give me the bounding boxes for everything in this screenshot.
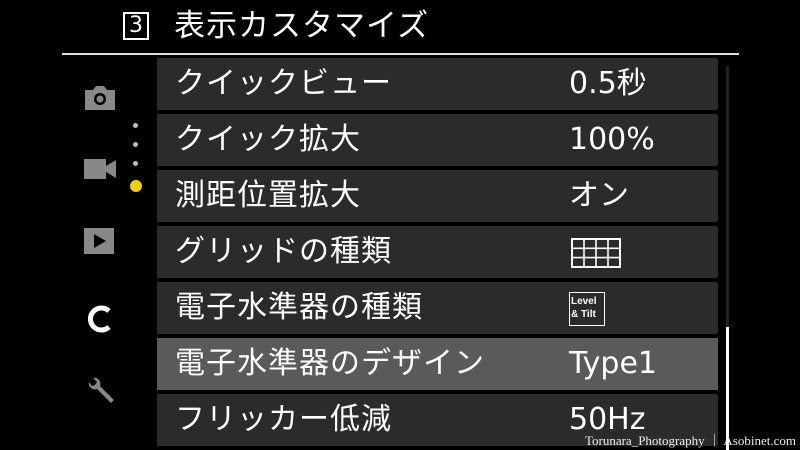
level-icon-text: Level [571, 296, 597, 307]
camera-icon[interactable] [82, 79, 118, 115]
menu-item-level-type[interactable]: 電子水準器の種類 Level & Tilt [157, 282, 718, 334]
menu-item-value: 100% [569, 122, 655, 157]
video-camera-icon[interactable] [82, 151, 118, 187]
watermark: Torunara_Photography ｜ Asobinet.com [584, 433, 796, 448]
menu-item-label: グリッドの種類 [175, 234, 392, 269]
page-dot [133, 161, 138, 166]
grid-icon [571, 238, 621, 268]
menu-item-label: 電子水準器の種類 [175, 290, 423, 325]
page-number-box: 3 [123, 12, 149, 40]
menu-item-value: 0.5秒 [569, 66, 647, 101]
wrench-icon[interactable] [82, 374, 118, 410]
menu-item-label: フリッカー低減 [175, 402, 392, 437]
menu-item-label: クイックビュー [175, 66, 392, 101]
menu-item-value: オン [569, 178, 629, 213]
header-divider [62, 53, 739, 55]
page-dot-active [130, 180, 142, 192]
menu-item-grid-type[interactable]: グリッドの種類 [157, 226, 718, 278]
page-dot [133, 142, 138, 147]
page-dot [133, 123, 138, 128]
menu-item-value: Type1 [569, 346, 657, 381]
menu-item-label: 電子水準器のデザイン [175, 346, 485, 381]
page-title: 表示カスタマイズ [174, 8, 430, 44]
menu-item-af-point-zoom[interactable]: 測距位置拡大 オン [157, 170, 718, 222]
play-icon[interactable] [82, 223, 118, 259]
header: 3 表示カスタマイズ [0, 0, 800, 55]
level-icon-text: & Tilt [571, 309, 596, 320]
custom-c-icon[interactable] [82, 301, 118, 337]
menu-tab-sidebar [0, 56, 157, 450]
menu-item-label: クイック拡大 [175, 122, 361, 157]
menu-item-level-design[interactable]: 電子水準器のデザイン Type1 [157, 338, 718, 390]
menu-item-quick-view[interactable]: クイックビュー 0.5秒 [157, 58, 718, 110]
menu-item-quick-zoom[interactable]: クイック拡大 100% [157, 114, 718, 166]
level-tilt-icon: Level & Tilt [569, 292, 605, 326]
menu-item-label: 測距位置拡大 [175, 178, 361, 213]
